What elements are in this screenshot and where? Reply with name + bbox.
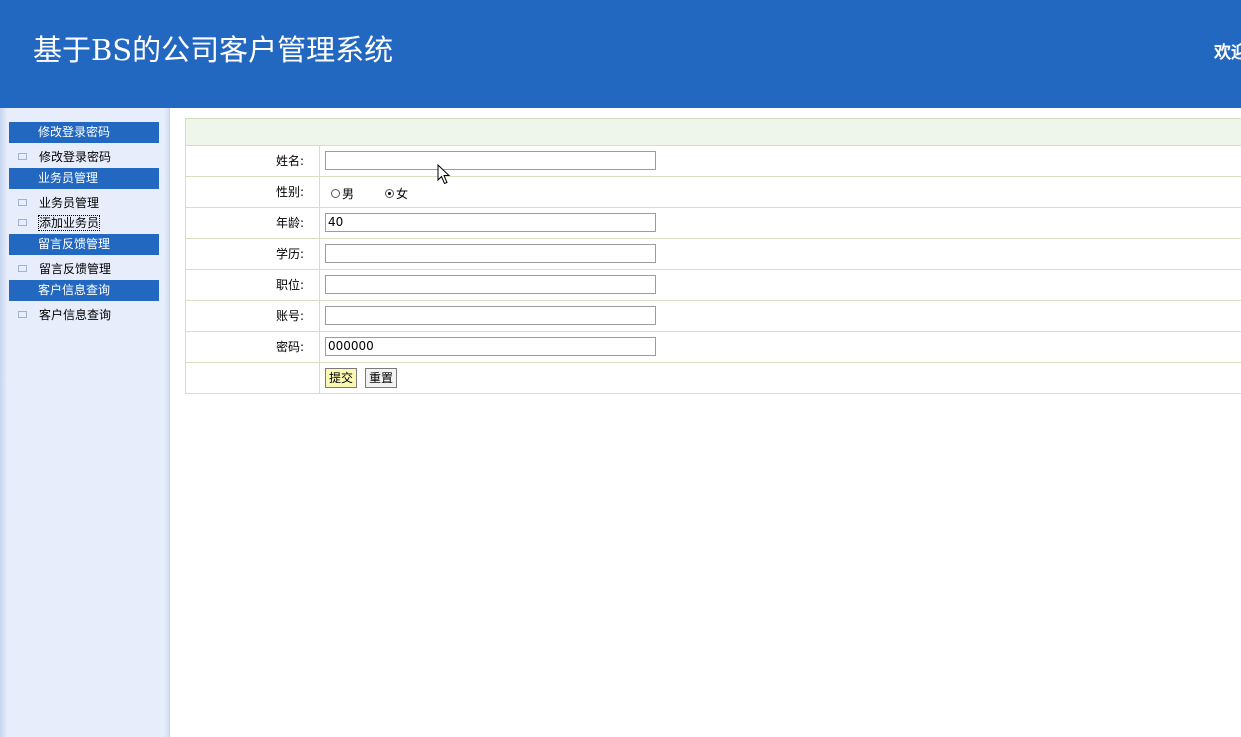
gender-female-label: 女 xyxy=(396,187,409,201)
name-label: 姓名: xyxy=(186,146,320,176)
sidebar-edge xyxy=(0,108,7,737)
sidebar-item-customer-query[interactable]: 客户信息查询 xyxy=(18,306,111,324)
gender-label: 性别: xyxy=(186,177,320,207)
sidebar-group-customer[interactable]: 客户信息查询 xyxy=(9,280,159,301)
position-label: 职位: xyxy=(186,270,320,300)
sidebar-item-add-salesman[interactable]: 添加业务员 xyxy=(18,214,101,232)
form-header-bar xyxy=(186,119,1241,146)
mouse-pointer-icon xyxy=(437,164,451,185)
bullet-icon xyxy=(18,199,27,206)
gender-male-label: 男 xyxy=(342,187,355,201)
sidebar-item-label[interactable]: 添加业务员 xyxy=(37,215,101,231)
sidebar-item-label[interactable]: 修改登录密码 xyxy=(39,150,111,164)
form-row-account: 账号: xyxy=(186,301,1241,332)
form-row-position: 职位: xyxy=(186,270,1241,301)
sidebar: 修改登录密码 修改登录密码 业务员管理 业务员管理 添加业务员 留言反馈管理 留… xyxy=(0,108,170,737)
form-row-password: 密码: 000000 xyxy=(186,332,1241,363)
password-label: 密码: xyxy=(186,332,320,362)
sidebar-item-label[interactable]: 业务员管理 xyxy=(39,196,99,210)
bullet-icon xyxy=(18,265,27,272)
position-input[interactable] xyxy=(325,275,656,294)
gender-male-option[interactable]: 男 xyxy=(331,185,354,202)
reset-button[interactable]: 重置 xyxy=(365,368,398,388)
sidebar-item-salesman-manage[interactable]: 业务员管理 xyxy=(18,194,99,212)
sidebar-item-change-password[interactable]: 修改登录密码 xyxy=(18,148,111,166)
form-row-education: 学历: xyxy=(186,239,1241,270)
sidebar-group-salesman[interactable]: 业务员管理 xyxy=(9,168,159,189)
age-input[interactable]: 40 xyxy=(325,213,656,232)
sidebar-group-feedback[interactable]: 留言反馈管理 xyxy=(9,234,159,255)
form-row-actions: 提交 重置 xyxy=(186,363,1241,394)
add-salesman-form: 姓名: 性别: 男 女 年龄: 40 学历: 职位: 账号: 密码: 00000… xyxy=(185,118,1241,394)
account-label: 账号: xyxy=(186,301,320,331)
gender-female-radio[interactable] xyxy=(385,189,394,198)
account-input[interactable] xyxy=(325,306,656,325)
sidebar-item-feedback-manage[interactable]: 留言反馈管理 xyxy=(18,260,111,278)
actions-label-cell xyxy=(186,363,320,393)
education-input[interactable] xyxy=(325,244,656,263)
password-input[interactable]: 000000 xyxy=(325,337,656,356)
header-banner: 基于BS的公司客户管理系统 欢迎 xyxy=(0,0,1241,108)
age-label: 年龄: xyxy=(186,208,320,238)
bullet-icon xyxy=(18,219,27,226)
sidebar-item-label[interactable]: 留言反馈管理 xyxy=(39,262,111,276)
sidebar-group-password[interactable]: 修改登录密码 xyxy=(9,122,159,143)
sidebar-item-label[interactable]: 客户信息查询 xyxy=(39,308,111,322)
submit-button[interactable]: 提交 xyxy=(325,368,358,388)
sidebar-edge-right xyxy=(164,108,169,737)
welcome-text: 欢迎 xyxy=(1214,43,1241,63)
gender-female-option[interactable]: 女 xyxy=(385,185,408,202)
education-label: 学历: xyxy=(186,239,320,269)
bullet-icon xyxy=(18,311,27,318)
gender-male-radio[interactable] xyxy=(331,189,340,198)
form-row-gender: 性别: 男 女 xyxy=(186,177,1241,208)
form-row-age: 年龄: 40 xyxy=(186,208,1241,239)
name-input[interactable] xyxy=(325,151,656,170)
bullet-icon xyxy=(18,153,27,160)
form-row-name: 姓名: xyxy=(186,146,1241,177)
app-title: 基于BS的公司客户管理系统 xyxy=(33,33,394,67)
